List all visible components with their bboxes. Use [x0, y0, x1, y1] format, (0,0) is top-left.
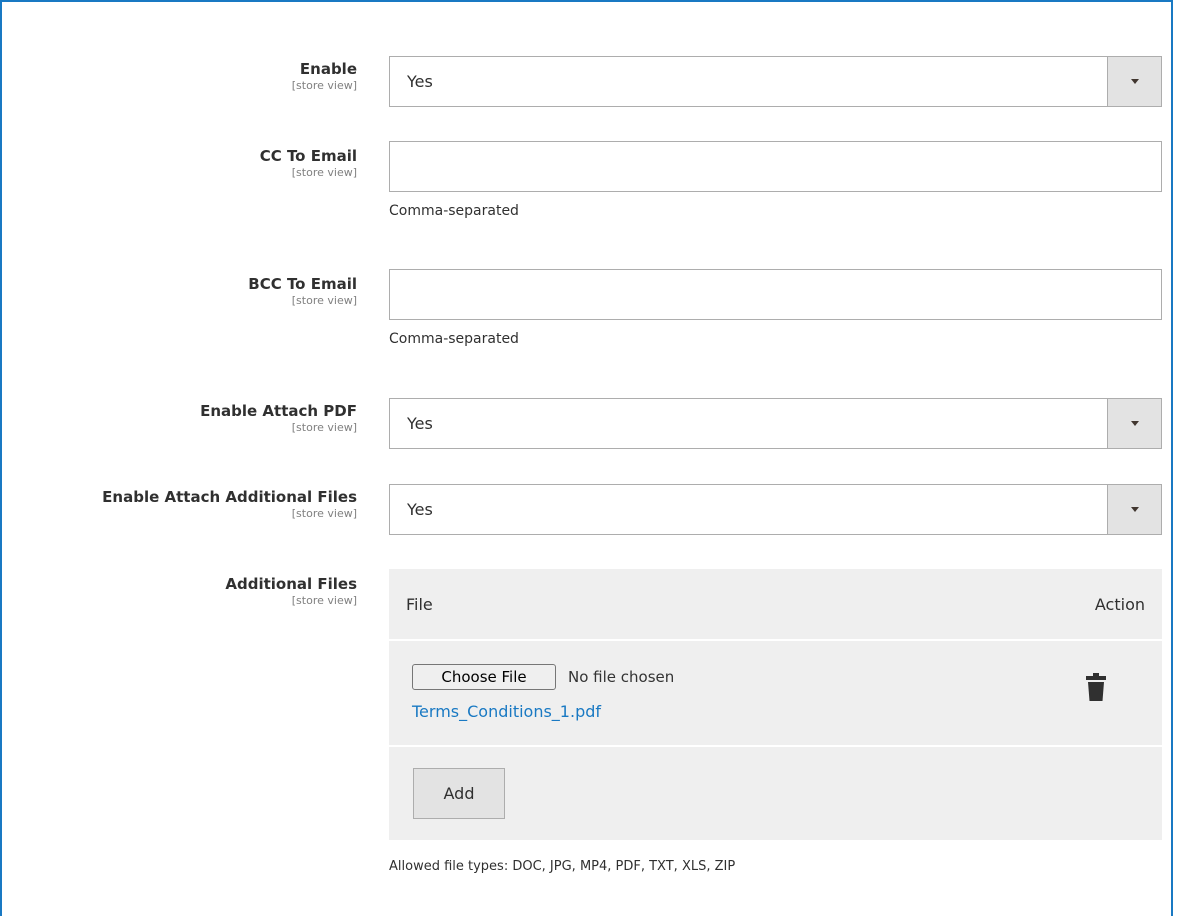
- enable-select-value: Yes: [407, 72, 433, 91]
- attach-files-label-group: Enable Attach Additional Files [store vi…: [102, 488, 357, 520]
- additional-files-label-group: Additional Files [store view]: [225, 575, 357, 607]
- row-divider: [389, 639, 1162, 641]
- enable-label-group: Enable [store view]: [292, 60, 357, 92]
- attach-pdf-select[interactable]: Yes: [389, 398, 1162, 449]
- bcc-email-note: Comma-separated: [389, 331, 519, 347]
- config-panel: Enable [store view] Yes CC To Email [sto…: [0, 0, 1173, 916]
- cc-email-label: CC To Email: [259, 147, 357, 165]
- bcc-email-scope: [store view]: [291, 294, 357, 307]
- cc-email-note: Comma-separated: [389, 203, 519, 219]
- cc-email-scope: [store view]: [291, 166, 357, 179]
- bcc-email-input[interactable]: [389, 269, 1162, 320]
- attach-files-label: Enable Attach Additional Files: [102, 488, 357, 506]
- column-header-file: File: [406, 595, 433, 614]
- attach-pdf-label-group: Enable Attach PDF [store view]: [200, 402, 357, 434]
- additional-files-table: File Action Choose File No file chosen T…: [389, 569, 1162, 840]
- cc-email-input[interactable]: [389, 141, 1162, 192]
- enable-scope: [store view]: [291, 79, 357, 92]
- column-header-action: Action: [1094, 595, 1145, 614]
- additional-files-label: Additional Files: [225, 575, 357, 593]
- additional-files-scope: [store view]: [291, 594, 357, 607]
- bcc-email-label-group: BCC To Email [store view]: [248, 275, 357, 307]
- chevron-down-icon[interactable]: [1107, 57, 1161, 106]
- attach-pdf-select-value: Yes: [407, 414, 433, 433]
- cc-email-label-group: CC To Email [store view]: [260, 147, 357, 179]
- attach-pdf-label: Enable Attach PDF: [200, 402, 357, 420]
- attach-files-select[interactable]: Yes: [389, 484, 1162, 535]
- bcc-email-label: BCC To Email: [248, 275, 357, 293]
- chevron-down-icon[interactable]: [1107, 399, 1161, 448]
- add-button[interactable]: Add: [413, 768, 505, 819]
- no-file-chosen-text: No file chosen: [568, 668, 675, 686]
- attach-pdf-scope: [store view]: [291, 421, 357, 434]
- enable-select[interactable]: Yes: [389, 56, 1162, 107]
- chevron-down-icon[interactable]: [1107, 485, 1161, 534]
- file-link[interactable]: Terms_Conditions_1.pdf: [412, 700, 601, 724]
- attach-files-scope: [store view]: [291, 507, 357, 520]
- trash-icon[interactable]: [1085, 673, 1107, 701]
- row-divider: [389, 745, 1162, 747]
- enable-label: Enable: [299, 60, 357, 78]
- attach-files-select-value: Yes: [407, 500, 433, 519]
- allowed-types-note: Allowed file types: DOC, JPG, MP4, PDF, …: [389, 859, 736, 874]
- choose-file-button[interactable]: Choose File: [412, 664, 556, 690]
